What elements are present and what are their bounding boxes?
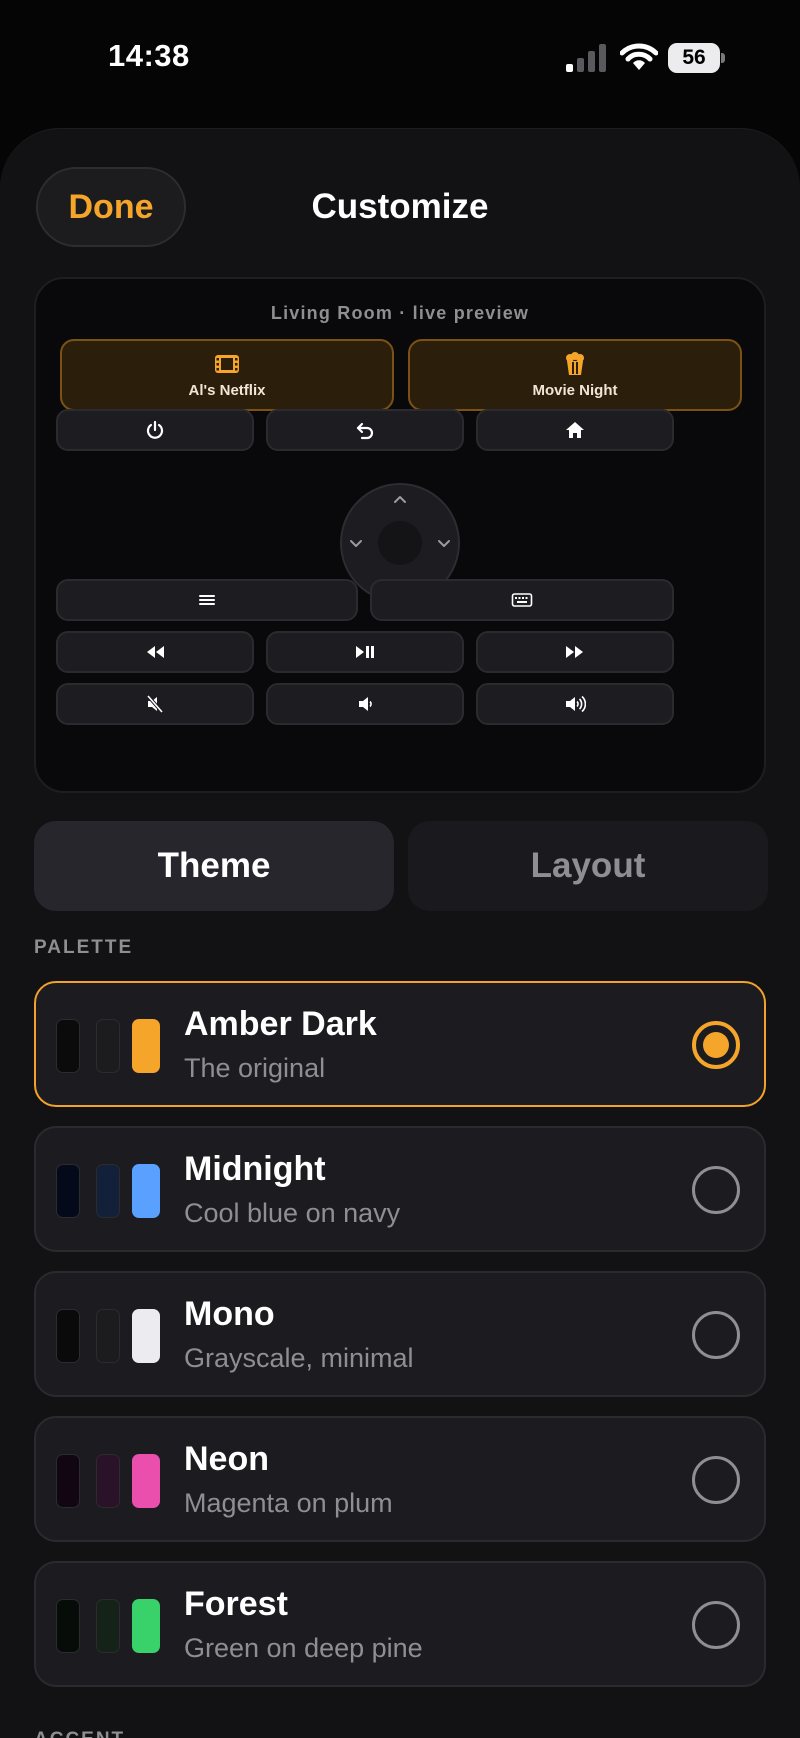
swatch-background [56,1309,80,1363]
fast-forward-button[interactable] [476,631,674,673]
menu-button[interactable] [56,579,358,621]
macro-button-als-netflix[interactable]: Al's Netflix [60,339,394,411]
palette-section-label: PALETTE [34,937,134,958]
palette-radio[interactable] [692,1166,740,1214]
swatch-background [56,1164,80,1218]
power-icon [146,420,164,439]
mute-icon [146,694,164,714]
back-button[interactable] [266,409,464,451]
palette-option-amber-dark[interactable]: Amber Dark The original [34,981,766,1107]
swatch-surface [96,1164,120,1218]
battery-tip [721,53,725,63]
customize-sheet: Done Customize Living Room · live previe… [0,128,800,1738]
remote-live-preview: Living Room · live preview Al's Netflix [34,277,766,793]
rewind-button[interactable] [56,631,254,673]
tab-theme[interactable]: Theme [34,821,394,911]
macro-button-movie-night[interactable]: Movie Night [408,339,742,411]
swatch-accent [132,1019,160,1073]
play-pause-button[interactable] [266,631,464,673]
palette-option-midnight[interactable]: Midnight Cool blue on navy [34,1126,766,1252]
swatch-background [56,1454,80,1508]
popcorn-icon [566,351,584,375]
volume-down-button[interactable] [266,683,464,725]
home-button[interactable] [476,409,674,451]
play-pause-icon [356,646,374,658]
palette-radio[interactable] [692,1601,740,1649]
dpad-up-icon[interactable] [392,491,408,507]
home-icon [566,422,584,438]
swatch-accent [132,1454,160,1508]
battery-level: 56 [682,46,706,69]
swatch-surface [96,1599,120,1653]
tab-layout[interactable]: Layout [408,821,768,911]
keyboard-icon [511,593,533,607]
accent-section-label: ACCENT [34,1729,125,1738]
rewind-icon [147,646,164,658]
palette-option-neon[interactable]: Neon Magenta on plum [34,1416,766,1542]
swatch-background [56,1599,80,1653]
palette-name: Forest [184,1585,288,1623]
palette-option-forest[interactable]: Forest Green on deep pine [34,1561,766,1687]
power-button[interactable] [56,409,254,451]
film-icon [215,354,239,373]
swatch-background [56,1019,80,1073]
back-icon [356,422,374,440]
menu-icon [199,595,215,605]
mute-button[interactable] [56,683,254,725]
swatch-accent [132,1599,160,1653]
palette-name: Amber Dark [184,1005,377,1043]
palette-name: Mono [184,1295,275,1333]
palette-description: Magenta on plum [184,1488,393,1518]
palette-radio-selected[interactable] [692,1021,740,1069]
palette-description: Grayscale, minimal [184,1343,414,1373]
palette-name: Midnight [184,1150,326,1188]
palette-radio[interactable] [692,1456,740,1504]
palette-radio[interactable] [692,1311,740,1359]
swatch-surface [96,1019,120,1073]
swatch-accent [132,1164,160,1218]
status-time: 14:38 [108,38,190,73]
battery-icon: 56 [668,43,726,73]
sheet-title: Customize [311,187,489,226]
macro-label: Movie Night [532,381,618,399]
palette-description: Green on deep pine [184,1633,423,1663]
palette-name: Neon [184,1440,269,1478]
preview-caption: Living Room · live preview [270,303,530,323]
cellular-signal-icon [566,44,606,72]
dpad-left-icon[interactable] [348,535,364,551]
keyboard-button[interactable] [370,579,674,621]
volume-up-icon [566,695,586,713]
dpad-right-icon[interactable] [436,535,452,551]
swatch-accent [132,1309,160,1363]
macro-label: Al's Netflix [188,381,266,399]
status-bar: 14:38 56 [0,0,800,120]
volume-up-button[interactable] [476,683,674,725]
volume-down-icon [359,697,372,711]
swatch-surface [96,1309,120,1363]
palette-description: The original [184,1053,326,1083]
wifi-icon [620,43,658,70]
radio-dot [703,1032,729,1058]
fast-forward-icon [566,646,583,658]
palette-option-mono[interactable]: Mono Grayscale, minimal [34,1271,766,1397]
palette-description: Cool blue on navy [184,1198,401,1228]
dpad-select-button[interactable] [378,521,422,565]
swatch-surface [96,1454,120,1508]
